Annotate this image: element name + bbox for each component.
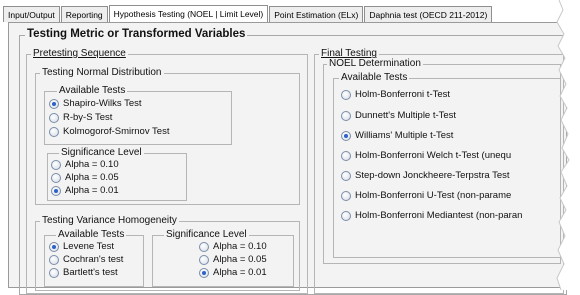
radio-kolmogorof-smirnov[interactable]: Kolmogorof-Smirnov Test [49,126,169,138]
radio-indicator[interactable] [49,127,59,137]
radio-normal-alpha-010[interactable]: Alpha = 0.10 [51,159,119,171]
radio-indicator[interactable] [341,131,351,141]
radio-label: Shapiro-Wilks Test [63,98,142,109]
radio-jonckheere-terpstra[interactable]: Step-down Jonckheere-Terpstra Test [341,170,510,182]
radio-label: Kolmogorof-Smirnov Test [63,126,170,137]
radio-label: Alpha = 0.05 [65,172,119,183]
radio-indicator[interactable] [199,268,209,278]
radio-indicator[interactable] [341,171,351,181]
radio-holm-bonferroni-welch[interactable]: Holm-Bonferroni Welch t-Test (unequ [341,150,511,162]
tab-strip: Input/Output Reporting Hypothesis Testin… [3,5,493,22]
radio-indicator[interactable] [341,211,351,221]
radio-indicator[interactable] [341,191,351,201]
radio-label: Williams' Multiple t-Test [355,130,454,141]
radio-variance-alpha-005[interactable]: Alpha = 0.05 [199,254,267,266]
tab-input-output[interactable]: Input/Output [3,6,60,22]
variance-available-title: Available Tests [56,229,127,241]
radio-indicator[interactable] [49,99,59,109]
final-available-title: Available Tests [339,72,410,84]
radio-variance-alpha-001[interactable]: Alpha = 0.01 [199,267,267,279]
radio-indicator[interactable] [51,186,61,196]
radio-normal-alpha-001[interactable]: Alpha = 0.01 [51,185,119,197]
radio-indicator[interactable] [49,255,59,265]
radio-williams[interactable]: Williams' Multiple t-Test [341,130,453,142]
tab-point-estimation[interactable]: Point Estimation (ELx) [269,6,364,22]
tab-panel: Testing Metric or Transformed Variables … [8,22,575,295]
radio-label: Holm-Bonferroni Welch t-Test (unequ [355,150,512,161]
radio-r-by-s[interactable]: R-by-S Test [49,112,112,124]
radio-label: Holm-Bonferroni Mediantest (non-paran [355,210,523,221]
radio-label: Step-down Jonckheere-Terpstra Test [355,170,510,181]
radio-levene[interactable]: Levene Test [49,241,114,253]
radio-label: Holm-Bonferroni U-Test (non-parame [355,190,512,201]
radio-label: Cochran's test [63,254,124,265]
settings-window: Input/Output Reporting Hypothesis Testin… [0,0,580,295]
radio-holm-bonferroni-t[interactable]: Holm-Bonferroni t-Test [341,89,450,101]
normal-available-title: Available Tests [57,85,128,97]
radio-dunnett[interactable]: Dunnett's Multiple t-Test [341,110,456,122]
tab-daphnia-test[interactable]: Daphnia test (OECD 211-2012) [364,6,493,22]
radio-indicator[interactable] [51,160,61,170]
radio-variance-alpha-010[interactable]: Alpha = 0.10 [199,241,267,253]
radio-label: Holm-Bonferroni t-Test [355,89,451,100]
radio-label: Dunnett's Multiple t-Test [355,110,457,121]
radio-normal-alpha-005[interactable]: Alpha = 0.05 [51,172,119,184]
radio-indicator[interactable] [341,151,351,161]
radio-holm-bonferroni-u[interactable]: Holm-Bonferroni U-Test (non-parame [341,190,511,202]
tab-reporting[interactable]: Reporting [60,6,108,22]
tab-hypothesis-testing[interactable]: Hypothesis Testing (NOEL | Limit Level) [108,5,269,22]
variance-title: Testing Variance Homogeneity [40,215,179,227]
radio-indicator[interactable] [49,113,59,123]
radio-holm-bonferroni-median[interactable]: Holm-Bonferroni Mediantest (non-paran [341,210,522,222]
radio-label: Alpha = 0.01 [65,185,119,196]
radio-label: Levene Test [63,241,115,252]
radio-indicator[interactable] [51,173,61,183]
final-available-groupbox [333,78,561,258]
pretesting-title: Pretesting Sequence [31,48,128,60]
radio-bartlett[interactable]: Bartlett's test [49,267,118,279]
normal-significance-title: Significance Level [59,147,144,159]
noel-title: NOEL Determination [327,58,423,70]
variance-significance-title: Significance Level [164,229,249,241]
torn-edge [556,0,580,290]
radio-label: Alpha = 0.10 [65,159,119,170]
radio-label: Bartlett's test [63,267,118,278]
radio-indicator[interactable] [341,111,351,121]
radio-indicator[interactable] [49,268,59,278]
normal-title: Testing Normal Distribution [40,67,164,79]
radio-label: R-by-S Test [63,112,113,123]
radio-label: Alpha = 0.05 [213,254,267,265]
radio-indicator[interactable] [199,255,209,265]
radio-label: Alpha = 0.10 [213,241,267,252]
radio-indicator[interactable] [49,242,59,252]
radio-shapiro-wilks[interactable]: Shapiro-Wilks Test [49,98,142,110]
radio-label: Alpha = 0.01 [213,267,267,278]
radio-indicator[interactable] [341,90,351,100]
main-group-title: Testing Metric or Transformed Variables [25,28,248,40]
radio-cochran[interactable]: Cochran's test [49,254,123,266]
radio-indicator[interactable] [199,242,209,252]
